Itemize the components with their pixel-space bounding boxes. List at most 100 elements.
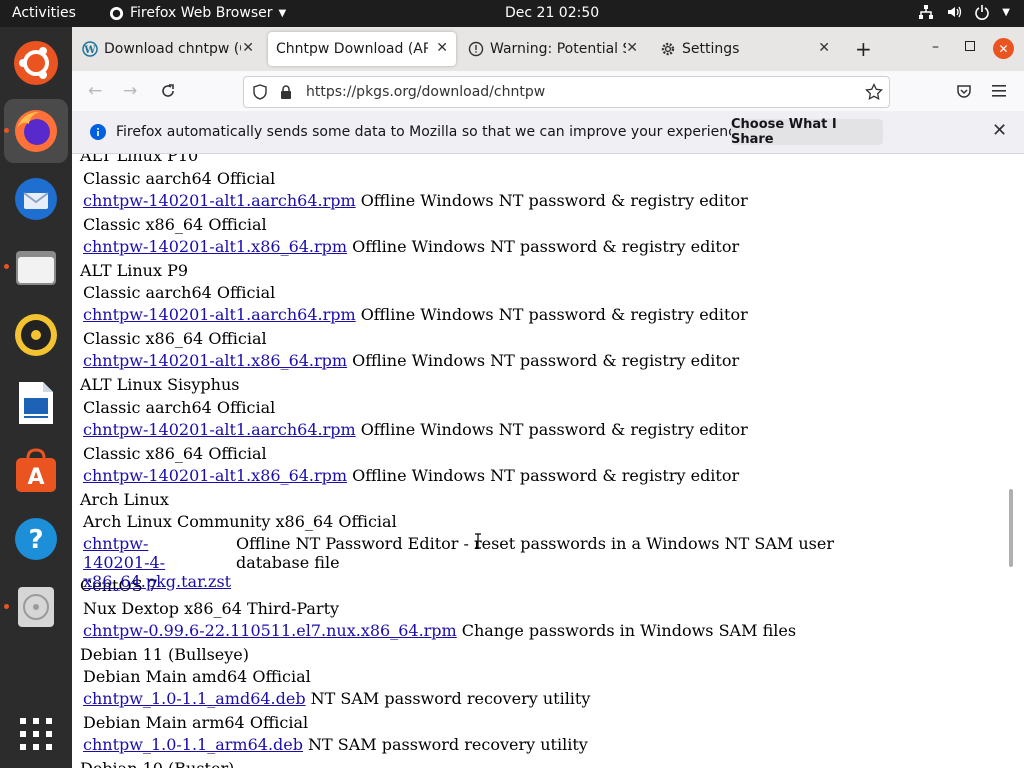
- system-tray[interactable]: ▼: [918, 4, 1010, 20]
- scrollbar-thumb[interactable]: [1009, 489, 1013, 567]
- package-row: chntpw-140201-alt1.x86_64.rpm Offline Win…: [83, 237, 1016, 256]
- repo-label: Classic x86_64 Official: [83, 443, 267, 463]
- package-description: NT SAM password recovery utility: [308, 735, 588, 754]
- files-icon[interactable]: [4, 235, 68, 299]
- running-indicator: [4, 128, 9, 133]
- url-text[interactable]: https://pkgs.org/download/chntpw: [306, 84, 545, 100]
- distro-heading: Arch Linux: [80, 489, 169, 509]
- warning-icon: [468, 41, 484, 57]
- package-description: Offline Windows NT password & registry e…: [352, 351, 740, 370]
- tab-settings[interactable]: Settings ✕: [656, 32, 838, 66]
- package-link[interactable]: chntpw-140201-alt1.x86_64.rpm: [83, 237, 347, 256]
- package-description: Change passwords in Windows SAM files: [461, 620, 797, 640]
- firefox-icon[interactable]: [4, 99, 68, 163]
- software-center-icon[interactable]: A: [4, 439, 68, 503]
- close-window-button[interactable]: ✕: [993, 38, 1014, 59]
- running-indicator: [4, 604, 9, 609]
- distro-heading: Debian 10 (Buster): [80, 758, 1016, 768]
- back-button[interactable]: ←: [88, 81, 102, 101]
- repo-label: Classic x86_64 Official: [83, 329, 267, 348]
- url-bar[interactable]: https://pkgs.org/download/chntpw: [243, 76, 890, 108]
- close-icon[interactable]: ✕: [436, 40, 448, 56]
- package-link[interactable]: chntpw-0.99.6-22.110511.el7.nux.x86_64.r…: [83, 621, 457, 640]
- volume-icon: [948, 6, 962, 18]
- package-row: chntpw-140201-4-x86_64.pkg.tar.zst Offlin…: [83, 534, 1016, 591]
- chevron-down-icon: ▼: [1002, 6, 1010, 18]
- package-row: chntpw_1.0-1.1_arm64.deb NT SAM password …: [83, 735, 1016, 754]
- dock: A ?: [0, 27, 72, 768]
- package-row: chntpw-140201-alt1.aarch64.rpm Offline Wi…: [83, 420, 1016, 439]
- ubuntu-logo-icon[interactable]: [4, 31, 68, 95]
- package-link[interactable]: chntpw-140201-alt1.aarch64.rpm: [83, 305, 356, 324]
- svg-text:?: ?: [28, 525, 43, 555]
- close-icon[interactable]: ✕: [626, 40, 638, 56]
- page-content: ALT Linux P10 Classic aarch64 Official ch…: [72, 154, 1016, 768]
- help-icon[interactable]: ?: [4, 507, 68, 571]
- package-row: chntpw-140201-alt1.x86_64.rpm Offline Win…: [83, 466, 1016, 485]
- tab-label: Warning: Potential S: [490, 41, 626, 57]
- clock[interactable]: Dec 21 02:50: [505, 5, 599, 21]
- package-link[interactable]: chntpw-140201-4-x86_64.pkg.tar.zst: [83, 534, 231, 591]
- info-icon: [90, 124, 106, 140]
- package-link[interactable]: chntpw_1.0-1.1_amd64.deb: [83, 689, 306, 708]
- thunderbird-icon[interactable]: [4, 167, 68, 231]
- package-link[interactable]: chntpw-140201-alt1.x86_64.rpm: [83, 351, 347, 370]
- forward-button[interactable]: →: [123, 81, 137, 101]
- activities-button[interactable]: Activities: [12, 5, 76, 21]
- new-tab-button[interactable]: +: [855, 37, 872, 61]
- tab-strip: W Download chntpw (C ✕ Chntpw Download (…: [72, 27, 1024, 71]
- firefox-small-icon: [109, 6, 124, 20]
- tab-label: Settings: [682, 41, 740, 57]
- package-row: chntpw_1.0-1.1_amd64.deb NT SAM password …: [83, 689, 1016, 708]
- chevron-down-icon: ▼: [278, 7, 287, 19]
- lock-icon[interactable]: [278, 84, 294, 100]
- distro-heading: Debian 11 (Bullseye): [80, 644, 249, 664]
- libreoffice-writer-icon[interactable]: [4, 371, 68, 435]
- shield-icon[interactable]: [252, 84, 268, 100]
- close-icon[interactable]: ✕: [818, 40, 830, 56]
- nav-bar: ← → https://pkgs.org/download/chntpw: [72, 71, 1024, 111]
- repo-label: Classic x86_64 Official: [83, 214, 267, 234]
- app-menu[interactable]: Firefox Web Browser ▼: [109, 5, 286, 21]
- tab-download-chntpw[interactable]: W Download chntpw (C ✕: [80, 32, 262, 66]
- package-row: chntpw-140201-alt1.aarch64.rpm Offline Wi…: [83, 305, 1016, 324]
- app-name: Firefox Web Browser: [130, 5, 273, 21]
- tab-chntpw-download[interactable]: Chntpw Download (APK ✕: [268, 32, 456, 66]
- repo-label: Debian Main amd64 Official: [83, 667, 311, 686]
- network-icon: [919, 5, 934, 19]
- package-description: Offline NT Password Editor - reset passw…: [236, 534, 834, 572]
- close-icon[interactable]: ✕: [242, 40, 254, 56]
- package-description: Offline Windows NT password & registry e…: [360, 419, 748, 439]
- package-link[interactable]: chntpw_1.0-1.1_arm64.deb: [83, 735, 303, 754]
- package-row: chntpw-140201-alt1.aarch64.rpm Offline Wi…: [83, 191, 1016, 210]
- choose-what-i-share-button[interactable]: Choose What I Share: [731, 117, 883, 147]
- wordpress-icon: W: [82, 41, 98, 57]
- close-icon[interactable]: ✕: [992, 120, 1007, 141]
- bookmark-star-icon[interactable]: [865, 83, 883, 101]
- disc-icon[interactable]: [4, 575, 68, 639]
- notification-text: Firefox automatically sends some data to…: [116, 124, 749, 140]
- svg-text:A: A: [27, 465, 44, 490]
- menu-icon[interactable]: [992, 84, 1006, 98]
- package-link[interactable]: chntpw-140201-alt1.aarch64.rpm: [83, 191, 356, 210]
- package-list: ALT Linux P10 Classic aarch64 Official ch…: [72, 154, 1016, 768]
- app-grid-icon[interactable]: [4, 702, 68, 766]
- repo-label: Classic aarch64 Official: [83, 283, 276, 302]
- package-description: Offline Windows NT password & registry e…: [352, 236, 740, 256]
- text-cursor-icon: [475, 533, 481, 549]
- package-link[interactable]: chntpw-140201-alt1.x86_64.rpm: [83, 466, 347, 485]
- repo-label: Classic aarch64 Official: [83, 168, 276, 188]
- top-bar: Activities Firefox Web Browser ▼ Dec 21 …: [0, 0, 1024, 27]
- rhythmbox-icon[interactable]: [4, 303, 68, 367]
- package-description: Offline Windows NT password & registry e…: [352, 465, 740, 485]
- minimize-button[interactable]: –: [932, 39, 939, 55]
- package-row: chntpw-140201-alt1.x86_64.rpm Offline Win…: [83, 351, 1016, 370]
- reload-icon[interactable]: [160, 83, 176, 99]
- repo-label: Debian Main arm64 Official: [83, 713, 309, 732]
- gear-icon: [661, 42, 675, 56]
- pocket-icon[interactable]: [956, 83, 972, 99]
- tab-warning-potential[interactable]: Warning: Potential S ✕: [464, 32, 646, 66]
- maximize-button[interactable]: [965, 41, 975, 51]
- package-link[interactable]: chntpw-140201-alt1.aarch64.rpm: [83, 420, 356, 439]
- tab-label: Chntpw Download (APK: [276, 41, 428, 57]
